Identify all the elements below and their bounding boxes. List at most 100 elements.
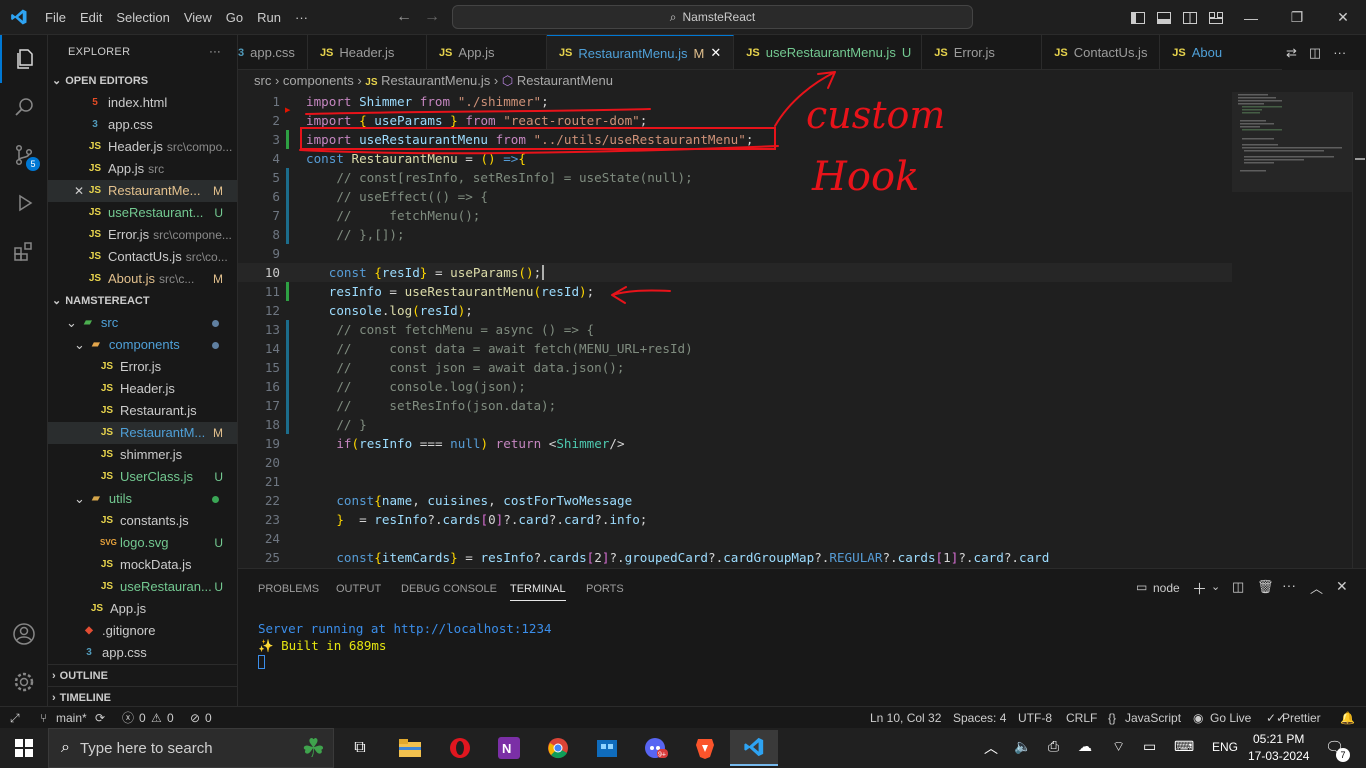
open-editor-item[interactable]: JS useRestaurant... U — [48, 202, 237, 224]
tree-file[interactable]: JS UserClass.js U — [48, 466, 237, 488]
open-editor-item[interactable]: 5 index.html — [48, 92, 237, 114]
code-editor[interactable]: ▶ 1 import Shimmer from "./shimmer"; 2 imp… — [238, 92, 1366, 568]
compare-changes-icon[interactable]: ⇄ — [1286, 45, 1297, 61]
clock-date[interactable]: 17-03-2024 — [1248, 749, 1309, 763]
breadcrumb-item[interactable]: src — [254, 73, 271, 88]
more-actions-icon[interactable]: ··· — [1333, 45, 1346, 60]
tree-folder-components[interactable]: ⌄ ▰ components — [48, 334, 237, 356]
encoding[interactable]: UTF-8 — [1018, 707, 1052, 729]
tree-file-active[interactable]: JS RestaurantM... M — [48, 422, 237, 444]
search-icon[interactable] — [0, 83, 48, 131]
indentation[interactable]: Spaces: 4 — [953, 707, 1006, 729]
keyboard-icon[interactable]: ⌨ — [1174, 738, 1194, 755]
line-ending[interactable]: CRLF — [1066, 707, 1097, 729]
tree-file[interactable]: JS shimmer.js — [48, 444, 237, 466]
menu-more[interactable]: ··· — [288, 0, 315, 35]
minimize-icon[interactable]: — — [1228, 0, 1274, 35]
task-view-icon[interactable]: ⧉ — [340, 732, 380, 764]
close-window-icon[interactable]: ✕ — [1320, 0, 1366, 35]
extensions-icon[interactable] — [0, 227, 48, 275]
panel-tab-output[interactable]: OUTPUT — [336, 583, 381, 595]
chrome-icon[interactable] — [538, 732, 578, 764]
chevron-up-icon[interactable]: ︿ — [984, 738, 998, 758]
file-explorer-icon[interactable] — [390, 732, 430, 764]
tab-userestaurantmenu-js[interactable]: JS useRestaurantMenu.js U — [734, 35, 923, 69]
toggle-secondary-sidebar-icon[interactable] — [1178, 0, 1202, 35]
vscode-taskbar-icon[interactable] — [730, 730, 778, 766]
close-panel-icon[interactable]: ✕ — [1336, 578, 1348, 595]
tab-error-js[interactable]: JS Error.js — [922, 35, 1043, 69]
command-center-search[interactable]: ⌕ NamsteReact — [452, 5, 973, 29]
tree-file[interactable]: ◆ .gitignore — [48, 620, 237, 642]
close-icon[interactable]: ✕ — [710, 45, 721, 61]
toggle-sidebar-icon[interactable] — [1126, 0, 1150, 35]
customize-layout-icon[interactable] — [1204, 0, 1228, 35]
meet-now-icon[interactable]: ⎙ — [1048, 738, 1059, 755]
menu-edit[interactable]: Edit — [73, 0, 109, 35]
onedrive-cloud-icon[interactable]: ☁ — [1078, 738, 1092, 755]
go-live-button[interactable]: Go Live — [1210, 707, 1251, 729]
battery-icon[interactable]: ▭ — [1143, 738, 1156, 755]
menu-view[interactable]: View — [177, 0, 219, 35]
menu-file[interactable]: File — [38, 0, 73, 35]
breadcrumb-item[interactable]: RestaurantMenu.js — [381, 73, 490, 88]
chevron-down-icon[interactable]: ⌄ — [1211, 580, 1220, 593]
tree-file[interactable]: SVG logo.svg U — [48, 532, 237, 554]
trash-icon[interactable]: 🗑 — [1257, 579, 1274, 595]
taskbar-search[interactable]: ⌕ Type here to search ☘ — [48, 728, 334, 768]
maximize-panel-icon[interactable]: ︿ — [1310, 578, 1323, 597]
onenote-icon[interactable]: N — [489, 732, 529, 764]
prettier-status[interactable]: Prettier — [1282, 707, 1321, 729]
new-terminal-icon[interactable]: ＋ — [1192, 578, 1207, 599]
tree-file[interactable]: JS mockData.js — [48, 554, 237, 576]
panel-more-icon[interactable]: ··· — [1282, 577, 1296, 593]
terminal-shell-label[interactable]: node — [1153, 581, 1180, 595]
tab-contactus-js[interactable]: JS ContactUs.js — [1042, 35, 1161, 69]
input-language[interactable]: ENG — [1212, 740, 1238, 754]
discord-icon[interactable]: 9+ — [636, 732, 676, 764]
menu-run[interactable]: Run — [250, 0, 288, 35]
close-icon[interactable]: ✕ — [74, 180, 84, 202]
settings-gear-icon[interactable] — [0, 658, 48, 706]
split-terminal-icon[interactable]: ◫ — [1232, 579, 1244, 595]
forward-arrow-icon[interactable]: → — [424, 8, 440, 26]
tree-file[interactable]: JS Header.js — [48, 378, 237, 400]
error-count[interactable]: 0 — [139, 707, 146, 729]
opera-icon[interactable] — [440, 732, 480, 764]
breadcrumb-item[interactable]: components — [283, 73, 354, 88]
tab-app-js[interactable]: JS App.js — [427, 35, 547, 69]
tab-restaurantmenu-js[interactable]: JS RestaurantMenu.js M ✕ — [546, 35, 735, 69]
windows-start-icon[interactable] — [4, 732, 44, 764]
tree-folder-utils[interactable]: ⌄ ▰ utils — [48, 488, 237, 510]
brave-icon[interactable] — [685, 732, 725, 764]
menu-selection[interactable]: Selection — [109, 0, 176, 35]
open-editor-item[interactable]: JS Header.js src\compo... — [48, 136, 237, 158]
open-editor-item-active[interactable]: ✕ JS RestaurantMe... M — [48, 180, 237, 202]
tree-folder-src[interactable]: ⌄ ▰ src — [48, 312, 237, 334]
tree-file[interactable]: JS Error.js — [48, 356, 237, 378]
open-editor-item[interactable]: JS Error.js src\compone... — [48, 224, 237, 246]
back-arrow-icon[interactable]: ← — [396, 8, 412, 26]
explorer-icon[interactable] — [0, 35, 48, 83]
open-editor-item[interactable]: JS ContactUs.js src\co... — [48, 246, 237, 268]
tree-file[interactable]: JS constants.js — [48, 510, 237, 532]
volume-icon[interactable]: 🔈 — [1014, 738, 1031, 755]
tab-header-js[interactable]: JS Header.js — [308, 35, 427, 69]
tree-file[interactable]: JS useRestauran... U — [48, 576, 237, 598]
project-header[interactable]: ⌄ NAMSTEREACT — [48, 290, 237, 312]
notifications-bell-icon[interactable]: 🔔 — [1340, 707, 1355, 729]
minimap[interactable] — [1232, 92, 1352, 192]
git-branch[interactable]: main* — [56, 707, 87, 729]
open-editor-item[interactable]: 3 app.css — [48, 114, 237, 136]
store-app-icon[interactable] — [587, 732, 627, 764]
breadcrumb-item[interactable]: RestaurantMenu — [517, 73, 613, 88]
open-editor-item[interactable]: JS About.js src\c... M — [48, 268, 237, 290]
run-debug-icon[interactable] — [0, 179, 48, 227]
menu-go[interactable]: Go — [219, 0, 250, 35]
clock-time[interactable]: 05:21 PM — [1253, 732, 1304, 746]
tree-file[interactable]: 3 app.css — [48, 642, 237, 664]
toggle-panel-icon[interactable] — [1152, 0, 1176, 35]
panel-tab-ports[interactable]: PORTS — [586, 583, 624, 595]
ports-count[interactable]: 0 — [205, 707, 212, 729]
timeline-header[interactable]: › TIMELINE — [48, 686, 237, 706]
